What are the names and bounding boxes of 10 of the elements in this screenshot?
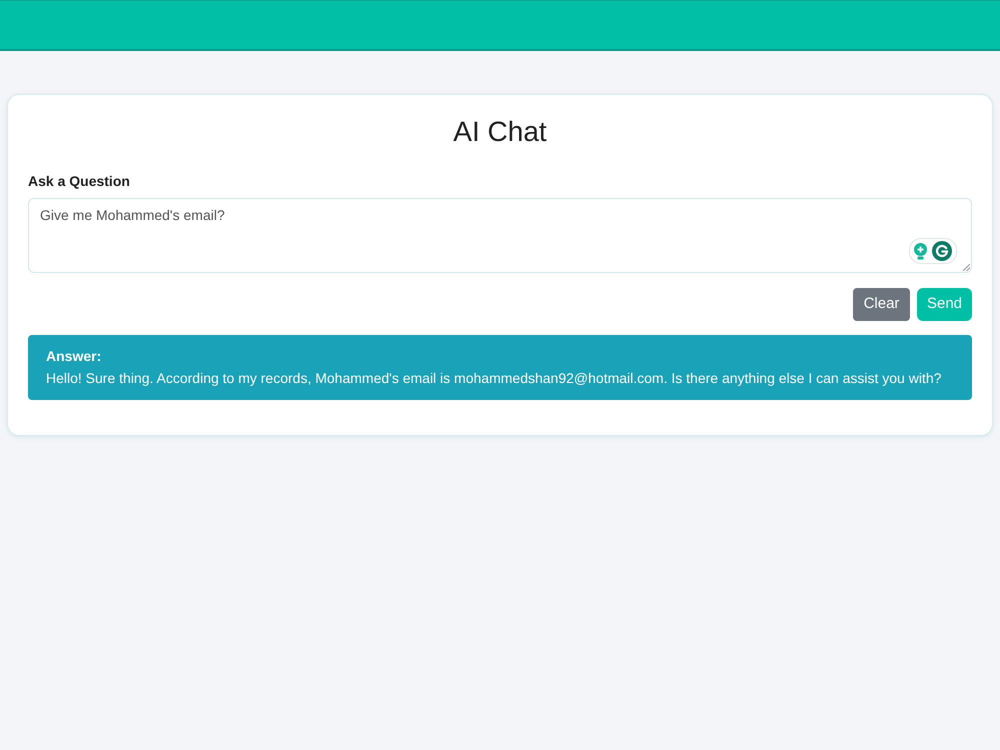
lightbulb-icon [914,242,927,260]
question-label: Ask a Question [28,173,130,189]
g-logo-icon [932,241,952,261]
answer-text: Hello! Sure thing. According to my records, Mohammed's email is mohammedshan92@hotmail.com. Is there anything else I can assist you with? [46,369,942,388]
page-title: AI Chat [453,115,547,149]
resize-handle-icon[interactable] [963,264,970,271]
clear-button[interactable]: Clear [853,288,910,321]
answer-label: Answer: [46,347,102,366]
writing-assistant-widget[interactable] [909,238,957,264]
question-field[interactable]: Give me Mohammed's email? [28,198,972,273]
